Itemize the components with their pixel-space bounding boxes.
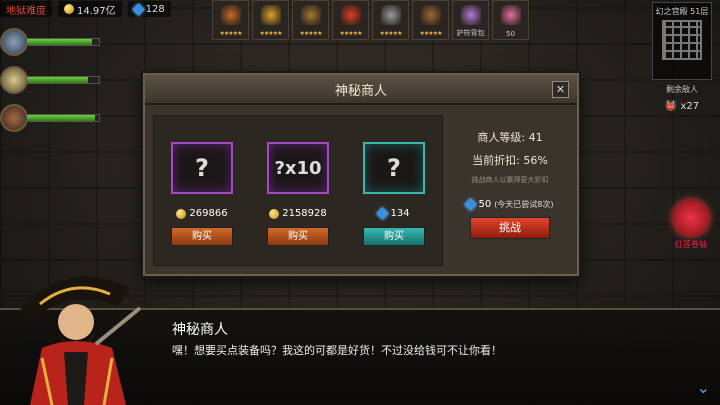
- maze-map: [662, 20, 702, 60]
- item-slot-bag[interactable]: ★★★★★: [412, 0, 449, 40]
- mystery-item-box-x10[interactable]: ?x10: [267, 142, 329, 194]
- coin-icon: [64, 4, 74, 14]
- item-slot-feather[interactable]: ★★★★★: [252, 0, 289, 40]
- price: 269866: [170, 208, 234, 219]
- shop-slot-gold-x10: ?x10 2158928 购买: [266, 142, 330, 265]
- gold-value: 14.97亿: [77, 5, 116, 17]
- challenge-cost: 50 (今天已尝试8次): [451, 198, 569, 211]
- gem-pouch-icon: [501, 5, 521, 25]
- price: 134: [362, 207, 426, 220]
- difficulty-badge: 地狱难度: [0, 1, 52, 17]
- item-stars: ★★★★★: [259, 30, 283, 37]
- gem-icon: [131, 2, 145, 16]
- hero-hp-bar: [26, 76, 100, 84]
- gem-counter: 128: [127, 1, 171, 17]
- item-stars: ★★★★★: [419, 30, 443, 37]
- hero-portrait[interactable]: [0, 104, 28, 132]
- dialog-title-bar: 神秘商人 ✕: [145, 75, 577, 105]
- hp-fill: [27, 39, 92, 45]
- item-slot-gem-pouch[interactable]: 50: [492, 0, 529, 40]
- mystery-item-box[interactable]: ?: [171, 142, 233, 194]
- coin-icon: [176, 208, 187, 219]
- speaker-name: 神秘商人: [172, 322, 228, 338]
- item-bar: ★★★★★ ★★★★★ ★★★★★ ★★★★★ ★★★★★ ★★★★★ 护符背包 50: [212, 0, 529, 40]
- buy-button[interactable]: 购买: [363, 227, 425, 246]
- item-label: 护符背包: [456, 29, 485, 37]
- minimap[interactable]: 幻之宫殿 51层: [652, 2, 712, 80]
- helmet-icon: [301, 5, 321, 25]
- item-slot-potion[interactable]: ★★★★★: [212, 0, 249, 40]
- shop-slot-gem: ? 134 购买: [362, 142, 426, 265]
- mystery-item-box-gem[interactable]: ?: [363, 142, 425, 194]
- item-slot-helmet[interactable]: ★★★★★: [292, 0, 329, 40]
- hero-hp-bar: [26, 38, 100, 46]
- hero-hp-bar: [26, 114, 100, 122]
- price: 2158928: [266, 208, 330, 219]
- item-slot-sword[interactable]: ★★★★★: [332, 0, 369, 40]
- difficulty-label: 地狱难度: [6, 5, 46, 17]
- item-stars: ★★★★★: [379, 30, 403, 37]
- item-slot-beast[interactable]: ★★★★★: [372, 0, 409, 40]
- item-stars: ★★★★★: [219, 30, 243, 37]
- top-bar: 地狱难度 14.97亿 128: [0, 0, 171, 18]
- bag-icon: [421, 5, 441, 25]
- hero-slot[interactable]: [0, 104, 100, 132]
- coin-icon: [269, 208, 280, 219]
- close-icon: ✕: [555, 83, 566, 96]
- enemy-count: 👹 x27: [664, 101, 700, 112]
- hero-portrait[interactable]: [0, 28, 28, 56]
- item-slot-backpack[interactable]: 护符背包: [452, 0, 489, 40]
- merchant-discount: 当前折扣: 56%: [472, 154, 548, 167]
- close-button[interactable]: ✕: [552, 81, 569, 98]
- gem-icon: [464, 198, 478, 211]
- challenge-hint: 挑战商人以赢得更大折扣: [471, 176, 549, 184]
- buy-button[interactable]: 购买: [171, 227, 233, 246]
- gold-counter: 14.97亿: [58, 1, 122, 17]
- enemy-label: 剩余敌人: [666, 85, 698, 94]
- red-lotus-scroll[interactable]: 红莲卷轴: [668, 200, 714, 250]
- potion-icon: [221, 5, 241, 25]
- hp-fill: [27, 77, 89, 83]
- hp-fill: [27, 115, 96, 121]
- hero-party: [0, 28, 100, 142]
- challenge-button[interactable]: 挑战: [470, 217, 550, 239]
- feather-icon: [261, 5, 281, 25]
- item-stars: ★★★★★: [299, 30, 323, 37]
- dialogue-text: 嘿！想要买点装备吗？我这的可都是好货！不过没给钱可不让你看！: [172, 344, 502, 357]
- shop-slot-gold: ? 269866 购买: [170, 142, 234, 265]
- scroll-icon: [673, 200, 709, 236]
- backpack-icon: [461, 5, 481, 25]
- merchant-info: 商人等级: 41 当前折扣: 56% 挑战商人以赢得更大折扣 50 (今天已尝试8…: [451, 115, 569, 266]
- floor-label: 幻之宫殿 51层: [655, 7, 709, 16]
- sword-icon: [341, 5, 361, 25]
- dialog-title: 神秘商人: [334, 83, 387, 99]
- hero-slot[interactable]: [0, 66, 100, 94]
- scroll-label: 红莲卷轴: [675, 240, 707, 249]
- merchant-level: 商人等级: 41: [477, 131, 543, 144]
- next-arrow-icon[interactable]: ⌄: [697, 378, 710, 397]
- merchant-portrait: [20, 276, 142, 405]
- shop-items: ? 269866 购买 ?x10 2158928 购买 ? 134 购买: [153, 115, 443, 266]
- hero-slot[interactable]: [0, 28, 100, 56]
- enemy-counter: 剩余敌人 👹 x27: [652, 84, 712, 112]
- merchant-dialog: 神秘商人 ✕ ? 269866 购买 ?x10 2158928 购买 ? 134…: [143, 73, 579, 276]
- item-stars: ★★★★★: [339, 30, 363, 37]
- gem-icon: [376, 207, 390, 220]
- hero-portrait[interactable]: [0, 66, 28, 94]
- gem-value: 128: [145, 3, 165, 15]
- buy-button[interactable]: 购买: [267, 227, 329, 246]
- item-label: 50: [506, 30, 515, 38]
- beast-icon: [381, 5, 401, 25]
